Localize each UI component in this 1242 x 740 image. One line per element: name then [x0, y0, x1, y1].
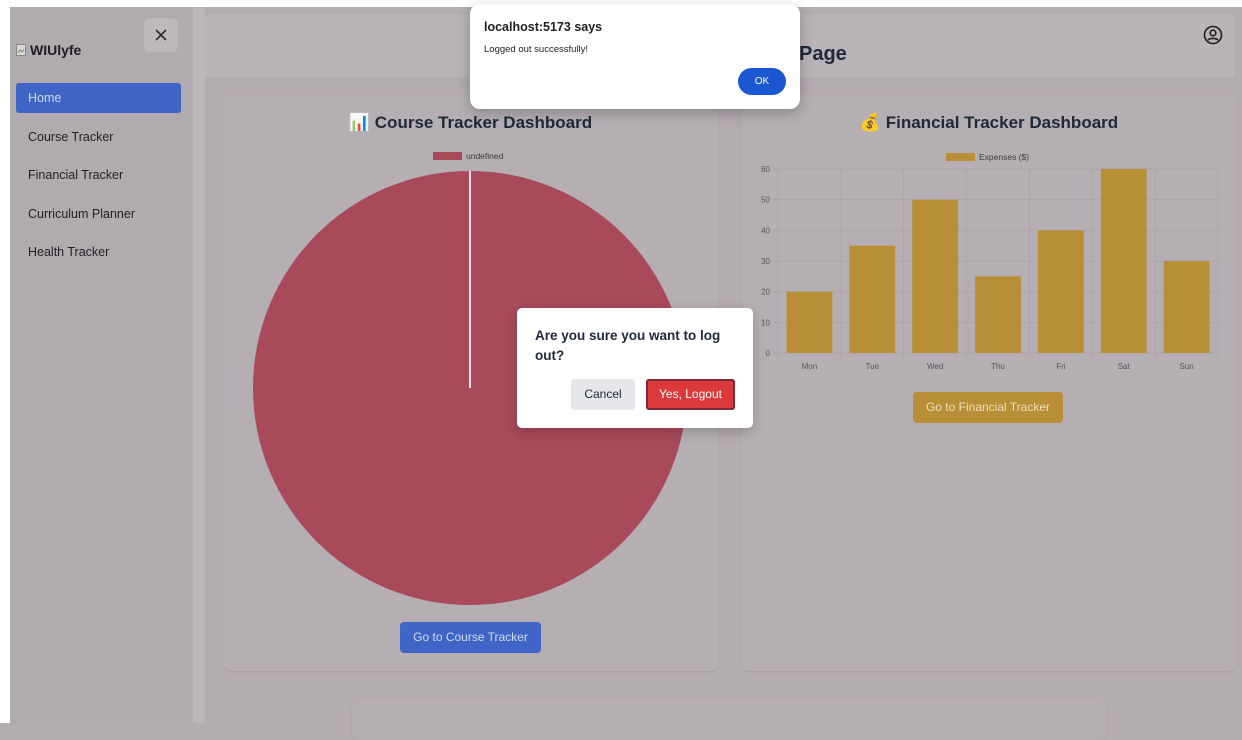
close-icon — [155, 29, 167, 41]
sidebar-item-financial-tracker[interactable]: Financial Tracker — [16, 160, 181, 190]
y-tick-label: 20 — [761, 288, 770, 297]
bar-wed — [912, 199, 959, 353]
expenses-bar-chart: 0 10 20 30 40 50 60 Mon Tue Wed Thu Fri Sat Sun — [761, 165, 1219, 371]
x-tick-label: Wed — [927, 362, 943, 371]
page-title: Page — [799, 43, 847, 65]
browser-alert-dialog: localhost:5173 says Logged out successfu… — [470, 4, 800, 109]
x-tick-label: Thu — [991, 362, 1005, 371]
pie-legend[interactable]: undefined — [433, 151, 503, 161]
x-tick-label: Tue — [866, 362, 880, 371]
window-frame-left — [0, 0, 10, 723]
bar-mon — [786, 291, 833, 353]
sidebar-item-curriculum-planner[interactable]: Curriculum Planner — [16, 199, 181, 229]
bar-sat — [1100, 169, 1147, 353]
go-to-financial-tracker-button[interactable]: Go to Financial Tracker — [913, 392, 1063, 423]
alert-message: Logged out successfully! — [484, 44, 589, 55]
sidebar-item-course-tracker[interactable]: Course Tracker — [16, 122, 181, 152]
sidebar-item-label: Health Tracker — [28, 245, 110, 259]
y-tick-label: 40 — [761, 226, 770, 235]
bar-tue — [849, 245, 896, 353]
close-sidebar-button[interactable] — [144, 18, 178, 52]
y-tick-label: 60 — [761, 165, 770, 174]
bar-thu — [975, 276, 1021, 353]
bar-fri — [1037, 230, 1084, 353]
sidebar-nav: Home Course Tracker Financial Tracker Cu… — [16, 83, 181, 276]
brand-name: WIUlyfe — [30, 42, 82, 58]
alert-ok-button[interactable]: OK — [738, 68, 786, 95]
logout-confirm-message: Are you sure you want to log out? — [535, 328, 721, 363]
x-tick-label: Sun — [1179, 362, 1193, 371]
broken-image-icon — [16, 44, 26, 56]
sidebar-item-health-tracker[interactable]: Health Tracker — [16, 237, 181, 267]
sidebar: WIUlyfe Home Course Tracker Financial Tr… — [10, 7, 193, 723]
bar-sun — [1163, 261, 1210, 353]
sidebar-item-label: Curriculum Planner — [28, 206, 135, 221]
confirm-logout-button[interactable]: Yes, Logout — [646, 379, 735, 410]
alert-title: localhost:5173 says — [484, 20, 603, 34]
financial-card-title: 💰 Financial Tracker Dashboard — [859, 113, 1119, 132]
sidebar-item-home[interactable]: Home — [16, 83, 181, 113]
sidebar-item-label: Home — [28, 91, 62, 105]
sidebar-item-label: Course Tracker — [28, 129, 114, 144]
y-tick-label: 30 — [761, 257, 770, 266]
x-tick-label: Mon — [802, 362, 818, 371]
y-tick-label: 0 — [766, 349, 771, 358]
logout-confirm-modal: Are you sure you want to log out? Cancel… — [517, 308, 753, 428]
pie-legend-swatch — [433, 152, 462, 160]
cancel-button[interactable]: Cancel — [571, 379, 635, 410]
bottom-card — [352, 700, 1107, 740]
pie-legend-label: undefined — [466, 151, 504, 161]
y-tick-label: 10 — [761, 318, 770, 327]
x-tick-label: Fri — [1056, 362, 1066, 371]
financial-tracker-card: 💰 Financial Tracker Dashboard Expenses (… — [741, 93, 1237, 671]
x-tick-label: Sat — [1118, 362, 1131, 371]
sidebar-item-label: Financial Tracker — [28, 168, 124, 182]
course-card-title: 📊 Course Tracker Dashboard — [348, 113, 593, 132]
sidebar-divider — [193, 7, 205, 723]
y-tick-label: 50 — [761, 196, 770, 205]
go-to-course-tracker-button[interactable]: Go to Course Tracker — [400, 622, 541, 653]
brand[interactable]: WIUlyfe — [16, 42, 81, 58]
user-profile-icon[interactable] — [1203, 25, 1223, 50]
